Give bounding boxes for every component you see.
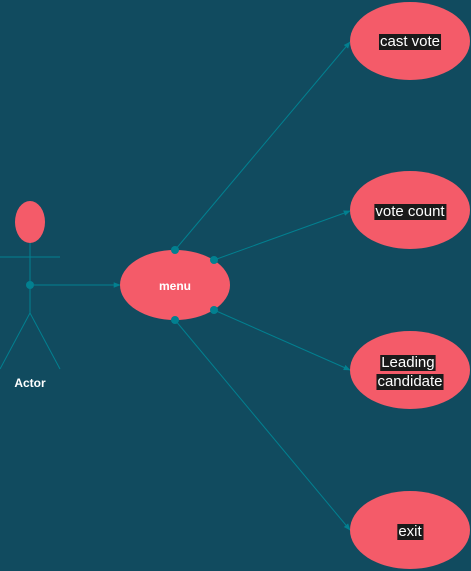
use-case-leading-candidate[interactable]: Leading candidate — [350, 331, 470, 409]
use-case-label-line: candidate — [377, 373, 442, 390]
use-case-vote-count[interactable]: vote count — [350, 171, 470, 249]
menu-node[interactable]: menu — [120, 246, 230, 324]
menu-label: menu — [159, 279, 191, 293]
menu-to-leading-candidate-line — [213, 309, 351, 371]
use-case-label-line: vote count — [375, 203, 445, 220]
use-case-label: cast vote — [380, 33, 440, 50]
actor-connection-point — [26, 281, 34, 289]
actor-figure[interactable]: Actor — [0, 201, 61, 390]
menu-port-lower-right — [210, 306, 218, 314]
actor-right-leg — [29, 312, 61, 370]
use-case-label-line: Leading — [381, 354, 434, 371]
use-case-label-line: cast vote — [380, 33, 440, 50]
use-case-label: exit — [398, 523, 422, 540]
use-case-label: vote count — [375, 203, 445, 220]
menu-to-vote-count-line — [213, 210, 351, 261]
menu-port-top — [171, 246, 179, 254]
use-case-exit[interactable]: exit — [350, 491, 470, 569]
menu-to-cast-vote-line — [174, 41, 351, 251]
menu-port-bottom — [171, 316, 179, 324]
menu-to-exit-line — [174, 319, 351, 531]
use-case-diagram: Actor menu cast vote vote count Leading … — [0, 2, 470, 569]
use-case-cast-vote[interactable]: cast vote — [350, 2, 470, 80]
use-case-label-line: exit — [398, 523, 422, 540]
menu-port-upper-right — [210, 256, 218, 264]
actor-left-leg — [0, 312, 31, 370]
actor-head — [15, 201, 45, 243]
actor-label: Actor — [14, 376, 46, 390]
